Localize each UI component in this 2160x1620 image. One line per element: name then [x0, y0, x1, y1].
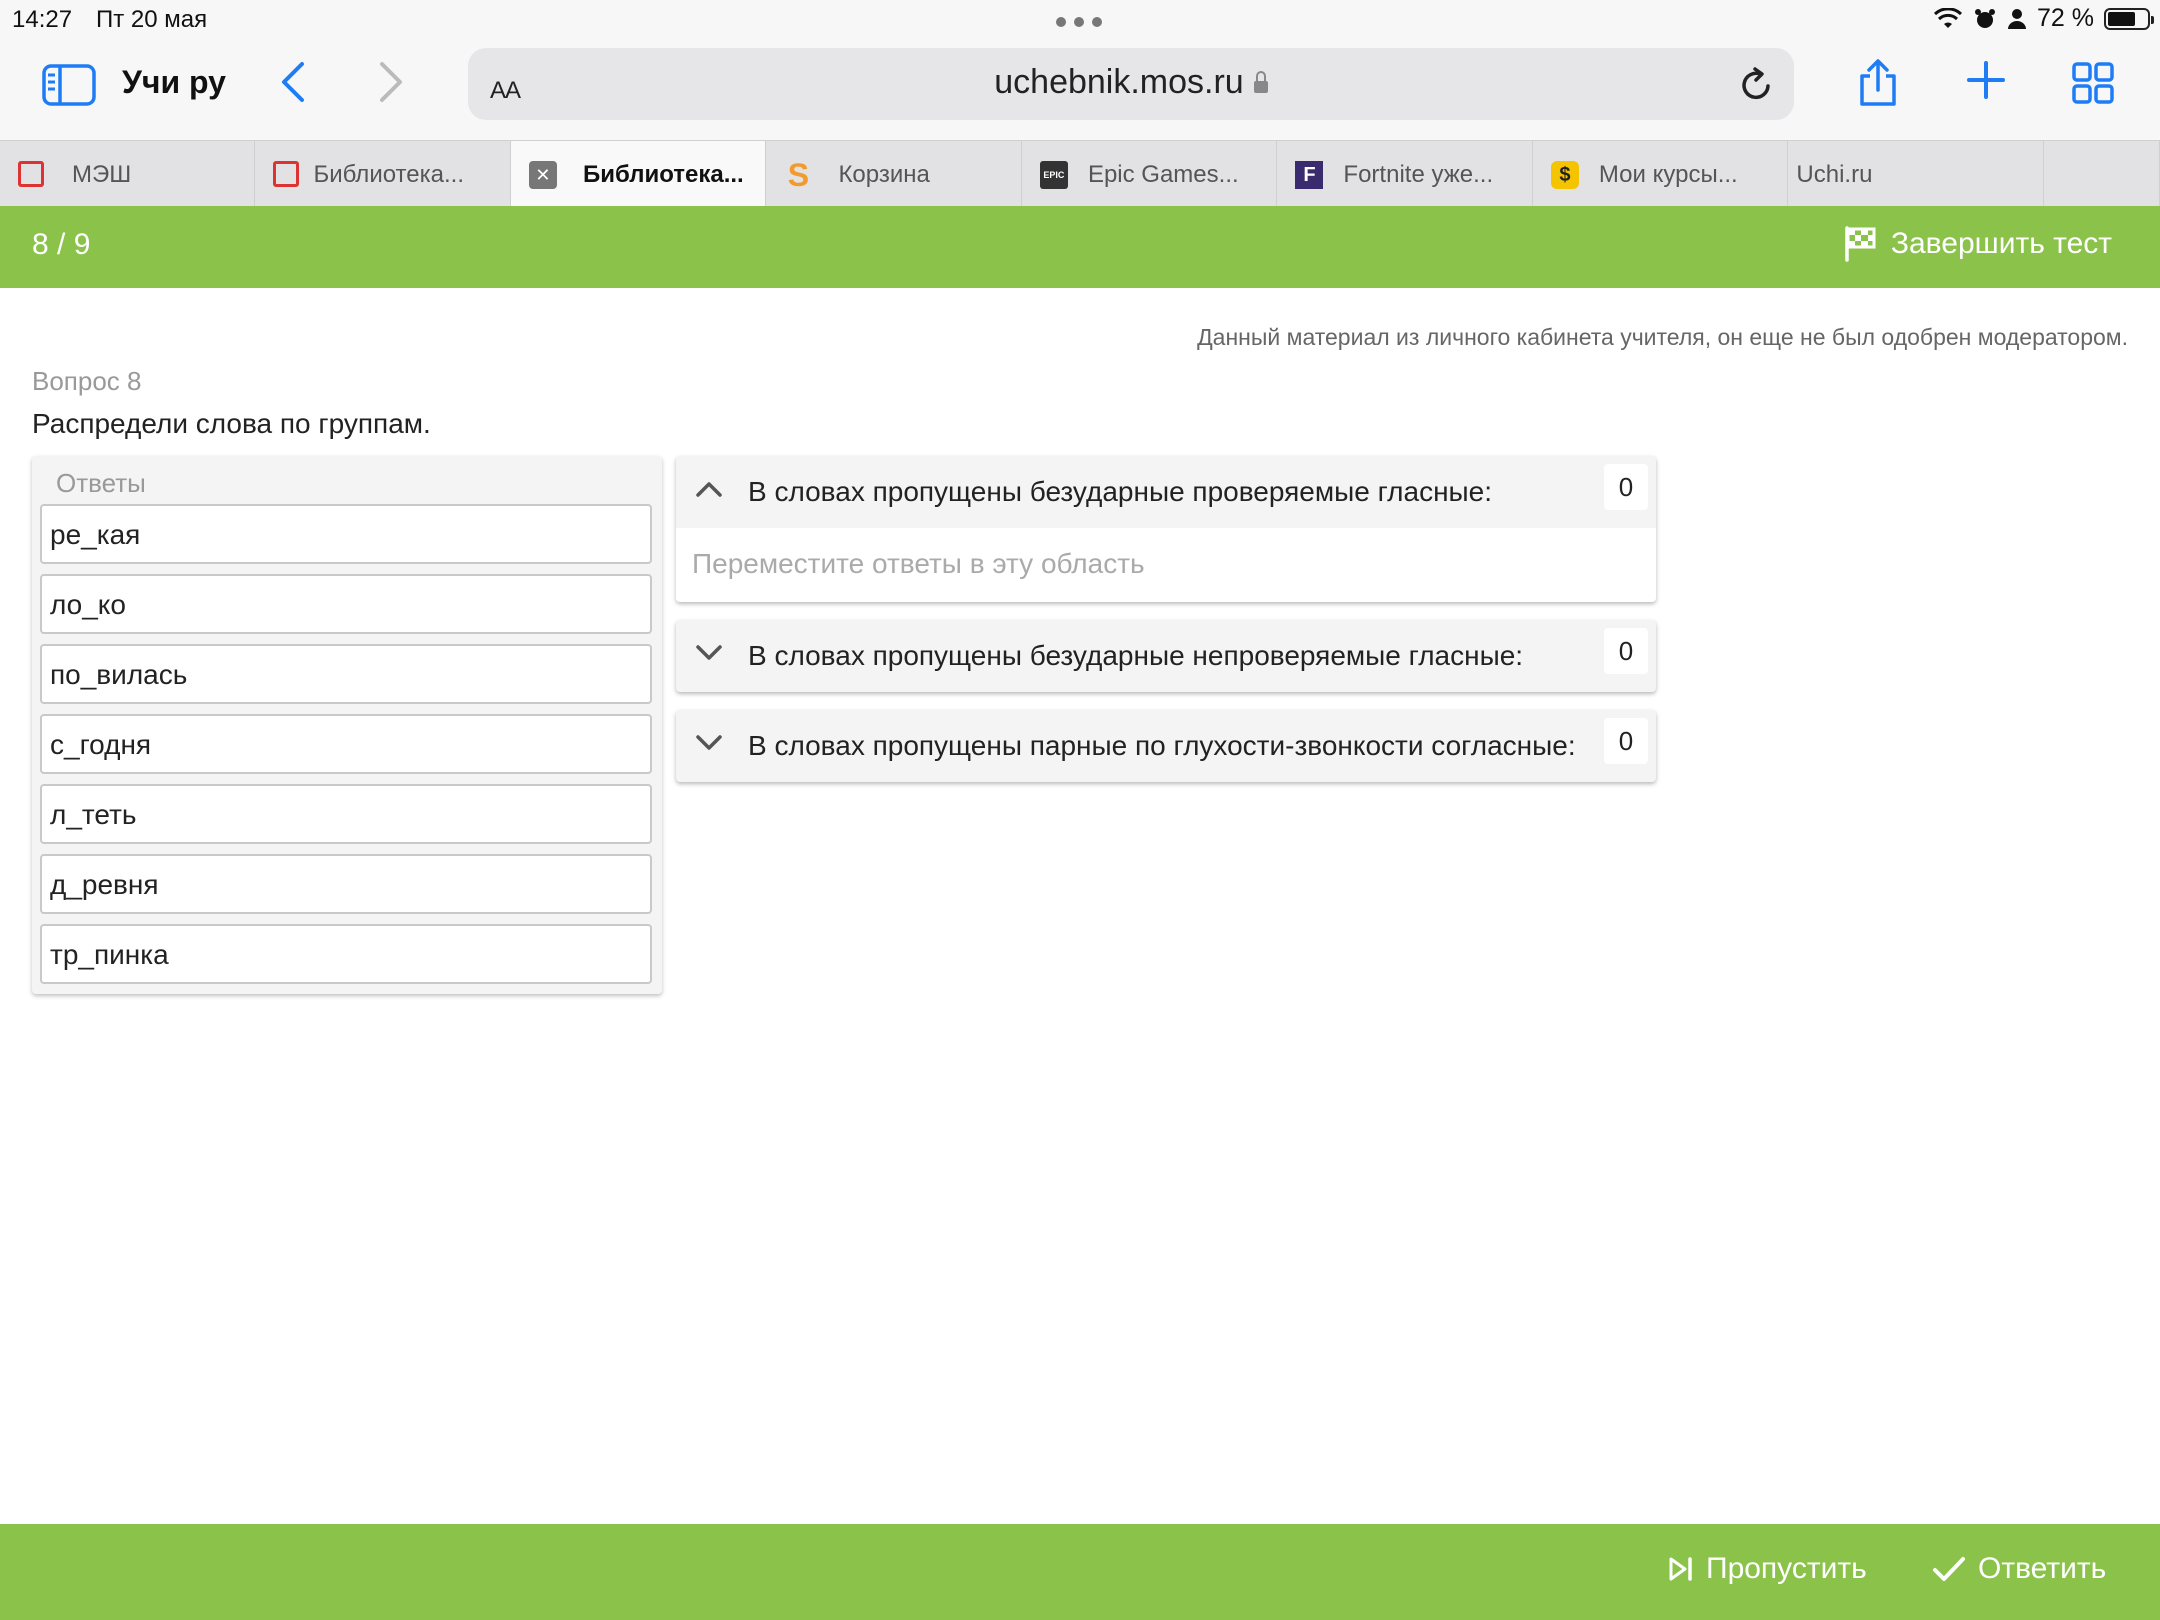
browser-toolbar: Учи ру AA uchebnik.mos.ru [0, 40, 2160, 140]
status-bar: 14:27 Пт 20 мая 72 % [0, 0, 2160, 40]
mesh-icon [18, 161, 44, 187]
answers-title: Ответы [56, 468, 146, 498]
back-icon[interactable] [278, 60, 310, 104]
browser-tab-overflow[interactable] [2044, 141, 2160, 207]
status-time: 14:27 [12, 6, 73, 33]
address-url[interactable]: uchebnik.mos.ru [994, 63, 1243, 101]
moderation-notice: Данный материал из личного кабинета учит… [1197, 324, 2128, 350]
answer-group: В словах пропущены безударные проверяемы… [676, 456, 1656, 602]
group-title: В словах пропущены парные по глухости-зв… [748, 730, 1576, 761]
flag-icon [1845, 226, 1876, 262]
multitasking-dots-icon[interactable] [1056, 17, 1102, 27]
tab-label: МЭШ [72, 161, 132, 188]
address-bar[interactable]: AA uchebnik.mos.ru [468, 48, 1794, 120]
group-count: 0 [1604, 628, 1648, 674]
skip-button[interactable]: Пропустить [1668, 1552, 1867, 1586]
tab-label: Мои курсы... [1598, 161, 1738, 188]
group-title: В словах пропущены безударные непроверяе… [748, 640, 1524, 671]
browser-tab[interactable]: МЭШ [0, 141, 256, 207]
tab-label: Fortnite уже... [1343, 161, 1494, 188]
test-footer: Пропустить Ответить [0, 1524, 2160, 1620]
group-title: В словах пропущены безударные проверяемы… [748, 476, 1493, 507]
close-tab-icon[interactable]: ✕ [528, 161, 557, 189]
site-title[interactable]: Учи ру [122, 64, 226, 101]
dollar-icon: $ [1550, 161, 1579, 189]
group-header[interactable]: В словах пропущены безударные проверяемы… [676, 456, 1656, 528]
skip-icon [1669, 1557, 1692, 1581]
group-header[interactable]: В словах пропущены парные по глухости-зв… [676, 710, 1656, 782]
group-header[interactable]: В словах пропущены безударные непроверяе… [676, 620, 1656, 692]
mesh-icon [273, 161, 300, 187]
browser-tab[interactable]: Uchi.ru [1788, 141, 2044, 207]
chevron-down-icon[interactable] [694, 732, 724, 754]
share-icon[interactable] [1856, 58, 1900, 108]
answer-card[interactable]: тр_пинка [40, 924, 652, 984]
tab-label: Uchi.ru [1796, 161, 1873, 188]
wifi-icon [1933, 7, 1963, 28]
answer-group: В словах пропущены парные по глухости-зв… [676, 710, 1656, 782]
answer-card[interactable]: ре_кая [40, 504, 652, 564]
finish-test-label: Завершить тест [1890, 227, 2112, 260]
forward-icon[interactable] [374, 60, 406, 104]
epic-icon: EPIC [1039, 161, 1068, 189]
battery-percent: 72 % [2037, 4, 2094, 32]
tab-label: Библиотека... [582, 161, 744, 188]
test-header: 8 / 9 Завершить тест [0, 206, 2160, 288]
answers-panel: Ответы ре_кая ло_ко по_вилась с_годня л_… [32, 456, 662, 994]
question-number: Вопрос 8 [32, 366, 142, 396]
question-counter: 8 / 9 [32, 228, 91, 261]
tab-label: Корзина [838, 161, 930, 188]
submit-answer-button[interactable]: Ответить [1932, 1552, 2106, 1586]
answer-card[interactable]: ло_ко [40, 574, 652, 634]
group-count: 0 [1604, 718, 1648, 764]
browser-tab-active[interactable]: ✕ Библиотека... [510, 141, 767, 207]
group-count: 0 [1604, 464, 1648, 510]
answer-group: В словах пропущены безударные непроверяе… [676, 620, 1656, 692]
answer-card[interactable]: д_ревня [40, 854, 652, 914]
status-date: Пт 20 мая [96, 6, 208, 33]
new-tab-icon[interactable] [1966, 60, 2006, 100]
chevron-down-icon[interactable] [694, 642, 724, 664]
alarm-icon [1975, 8, 1996, 28]
drop-zone[interactable]: Переместите ответы в эту область [676, 528, 1656, 602]
tab-overview-icon[interactable] [2072, 62, 2114, 104]
answer-card[interactable]: л_теть [40, 784, 652, 844]
reload-icon[interactable] [1738, 66, 1774, 104]
tab-label: Epic Games... [1087, 161, 1239, 188]
browser-tab[interactable]: EPIC Epic Games... [1022, 141, 1278, 207]
sidebar-icon[interactable] [42, 64, 96, 106]
s-icon: S [787, 156, 810, 193]
tab-label: Библиотека... [313, 161, 464, 188]
lock-icon [1253, 71, 1268, 93]
person-icon [2008, 8, 2027, 29]
question-text: Распредели слова по группам. [32, 408, 431, 439]
skip-label: Пропустить [1706, 1552, 1867, 1585]
check-icon [1933, 1557, 1965, 1581]
finish-test-button[interactable]: Завершить тест [1843, 226, 2112, 262]
browser-tab[interactable]: F Fortnite уже... [1277, 141, 1533, 207]
chevron-up-icon[interactable] [694, 478, 724, 500]
battery-icon [2104, 7, 2154, 30]
answer-card[interactable]: по_вилась [40, 644, 652, 704]
fortnite-icon: F [1295, 161, 1324, 189]
answer-card[interactable]: с_годня [40, 714, 652, 774]
browser-tab[interactable]: Библиотека... [255, 141, 511, 207]
tab-bar: МЭШ Библиотека... ✕ Библиотека... S Корз… [0, 140, 2160, 207]
submit-answer-label: Ответить [1978, 1552, 2107, 1585]
browser-tab[interactable]: $ Мои курсы... [1533, 141, 1789, 207]
browser-tab[interactable]: S Корзина [766, 141, 1022, 207]
